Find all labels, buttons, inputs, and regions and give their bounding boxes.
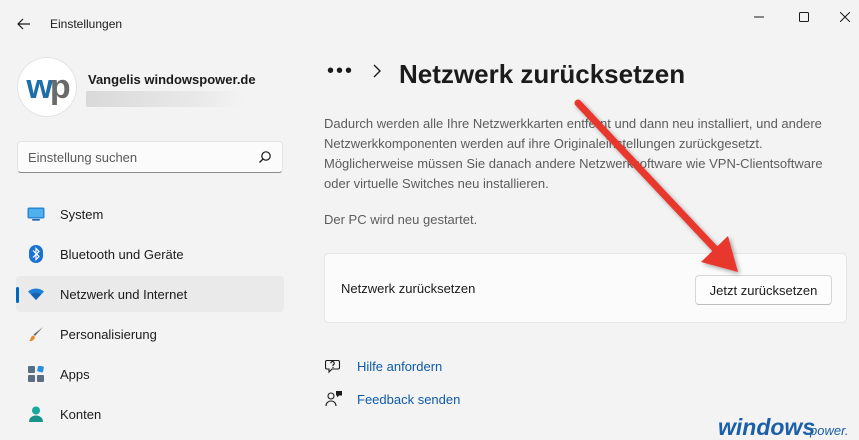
help-link-text[interactable]: Hilfe anfordern [357,359,442,374]
chevron-right-icon [373,64,381,78]
page-title: Netzwerk zurücksetzen [399,59,686,89]
close-button[interactable] [826,6,859,28]
close-icon [840,12,850,22]
feedback-icon [324,389,344,409]
help-icon [324,356,344,376]
bluetooth-icon [27,245,45,263]
search-icon[interactable] [258,150,272,164]
maximize-icon [799,12,809,22]
person-icon [27,405,45,423]
sidebar-item-label: Netzwerk und Internet [60,286,188,302]
minimize-button[interactable] [740,6,778,28]
monitor-icon [27,205,45,223]
sidebar-item-personalization[interactable]: Personalisierung [16,316,284,352]
sidebar-item-network[interactable]: Netzwerk und Internet [16,276,284,312]
windowspower-watermark: windows power. [718,414,849,440]
restart-note: Der PC wird neu gestartet. [324,212,478,227]
network-reset-label: Netzwerk zurücksetzen [341,281,476,296]
sidebar-item-label: Apps [60,366,90,382]
description-text: Dadurch werden alle Ihre Netzwerkkarten … [324,116,823,191]
avatar[interactable]: wp [18,58,76,116]
user-email-redacted [86,91,244,107]
title-bar: Einstellungen [0,0,859,48]
sidebar-item-label: Bluetooth und Geräte [60,246,184,262]
watermark-suffix: power. [809,423,849,438]
feedback-link-text[interactable]: Feedback senden [357,392,460,407]
watermark-main: windows [718,414,815,440]
sidebar-item-label: Konten [60,406,102,422]
breadcrumb-more-button[interactable]: ••• [327,60,354,83]
sidebar-item-bluetooth[interactable]: Bluetooth und Geräte [16,236,284,272]
sidebar-item-label: Personalisierung [60,326,157,342]
feedback-link[interactable]: Feedback senden [324,389,460,409]
wifi-icon [27,285,45,303]
sidebar-item-system[interactable]: System [16,196,284,232]
sidebar-item-label: System [60,206,104,222]
arrow-left-icon [17,18,30,30]
search-box[interactable] [17,141,283,173]
reset-now-button[interactable]: Jetzt zurücksetzen [695,275,832,305]
paintbrush-icon [27,325,45,343]
maximize-button[interactable] [785,6,823,28]
sidebar-item-apps[interactable]: Apps [16,356,284,392]
user-name: Vangelis windowspower.de [88,72,256,87]
apps-icon [27,365,45,383]
search-input[interactable] [18,142,248,172]
sidebar-nav: System Bluetooth und Geräte Netzwerk und… [16,196,284,436]
help-link[interactable]: Hilfe anfordern [324,356,442,376]
minimize-icon [754,16,764,18]
avatar-logo: wp [26,67,70,106]
window-title: Einstellungen [50,17,123,31]
back-button[interactable] [10,10,38,38]
network-reset-card: Netzwerk zurücksetzen Jetzt zurücksetzen [324,253,847,323]
sidebar-item-accounts[interactable]: Konten [16,396,284,432]
